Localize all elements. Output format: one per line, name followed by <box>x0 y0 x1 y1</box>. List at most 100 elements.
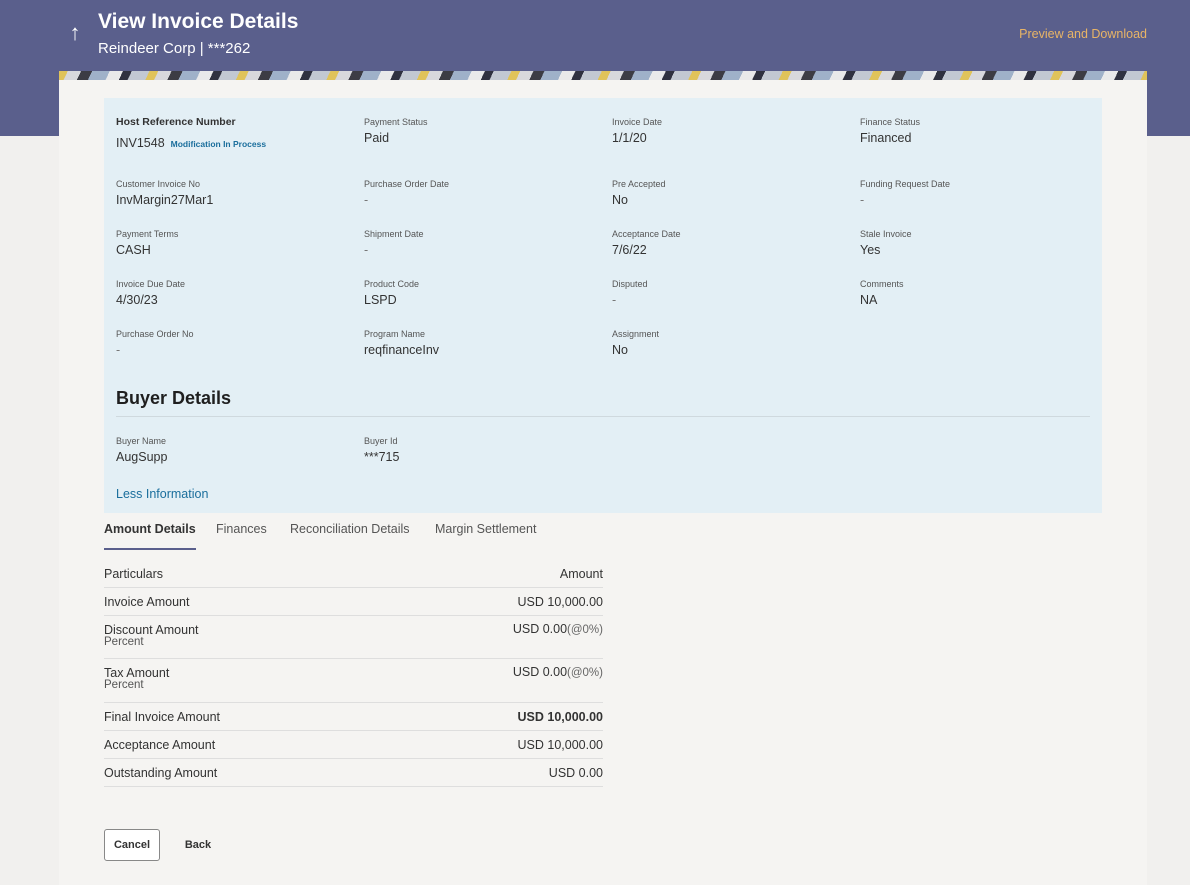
field-label: Finance Status <box>860 117 921 127</box>
table-row: Outstanding Amount USD 0.00 <box>104 759 603 787</box>
field-value: Paid <box>364 131 390 145</box>
table-row: Acceptance Amount USD 10,000.00 <box>104 731 603 759</box>
field-value: No <box>612 343 628 357</box>
table-row: Final Invoice Amount USD 10,000.00 <box>104 703 603 731</box>
row-value: USD 10,000.00 <box>517 595 603 609</box>
row-percent: (@0%) <box>567 624 603 636</box>
row-sublabel: Percent <box>104 636 144 648</box>
field-value: - <box>364 193 369 207</box>
field-label: Purchase Order Date <box>364 179 450 189</box>
table-header-row: Particulars Amount <box>104 560 603 588</box>
host-reference-field: Host Reference Number INV1548 Modificatio… <box>116 116 346 151</box>
table-row: Discount Amount Percent USD 0.00(@0%) <box>104 616 603 659</box>
row-label: Outstanding Amount <box>104 766 218 780</box>
row-value: USD 0.00 <box>512 622 568 636</box>
funding-request-date-field: Funding Request Date - <box>860 179 1090 207</box>
field-label: Pre Accepted <box>612 179 666 189</box>
field-label: Stale Invoice <box>860 229 912 239</box>
field-value: 4/30/23 <box>116 293 158 307</box>
row-percent: (@0%) <box>567 667 603 679</box>
buyer-details-heading: Buyer Details <box>116 388 232 408</box>
field-value: AugSupp <box>116 450 168 464</box>
row-label: Invoice Amount <box>104 595 190 609</box>
host-reference-value: INV1548 <box>116 136 165 150</box>
field-label: Buyer Name <box>116 436 167 446</box>
payment-status-field: Payment Status Paid <box>364 117 594 145</box>
preview-and-download-link[interactable]: Preview and Download <box>1019 27 1147 41</box>
row-label: Final Invoice Amount <box>104 710 221 724</box>
field-value: - <box>612 293 617 307</box>
tab-finances[interactable]: Finances <box>216 522 267 550</box>
customer-invoice-no-field: Customer Invoice No InvMargin27Mar1 <box>116 179 346 207</box>
modification-in-process-link[interactable]: Modification In Process <box>171 139 266 149</box>
field-label: Buyer Id <box>364 436 398 446</box>
field-label: Funding Request Date <box>860 179 951 189</box>
table-row: Invoice Amount USD 10,000.00 <box>104 588 603 616</box>
purchase-order-date-field: Purchase Order Date - <box>364 179 594 207</box>
field-label: Comments <box>860 279 904 289</box>
field-value: Yes <box>860 243 881 257</box>
row-label: Tax Amount <box>104 666 170 680</box>
field-label: Program Name <box>364 329 426 339</box>
particulars-header: Particulars <box>104 567 164 581</box>
invoice-due-date-field: Invoice Due Date 4/30/23 <box>116 279 346 307</box>
buyer-id-field: Buyer Id ***715 <box>364 436 594 464</box>
field-label: Assignment <box>612 329 660 339</box>
field-label: Shipment Date <box>364 229 424 239</box>
field-value: NA <box>860 293 878 307</box>
field-value: Financed <box>860 131 912 145</box>
field-label: Payment Terms <box>116 229 179 239</box>
page-subtitle: Reindeer Corp | ***262 <box>98 40 251 57</box>
field-label: Invoice Date <box>612 117 663 127</box>
field-label: Product Code <box>364 279 420 289</box>
cancel-button[interactable]: Cancel <box>104 829 160 861</box>
arrow-up-icon[interactable]: ↑ <box>66 20 84 46</box>
comments-field: Comments NA <box>860 279 1090 307</box>
row-value: USD 10,000.00 <box>517 710 603 724</box>
tab-margin-settlement[interactable]: Margin Settlement <box>435 522 536 550</box>
field-label: Invoice Due Date <box>116 279 186 289</box>
acceptance-date-field: Acceptance Date 7/6/22 <box>612 229 842 257</box>
divider <box>116 416 1090 417</box>
stale-invoice-field: Stale Invoice Yes <box>860 229 1090 257</box>
field-value: InvMargin27Mar1 <box>116 193 214 207</box>
field-value: 1/1/20 <box>612 131 647 145</box>
field-label: Disputed <box>612 279 648 289</box>
assignment-field: Assignment No <box>612 329 842 357</box>
field-value: reqfinanceInv <box>364 343 440 357</box>
less-information-link[interactable]: Less Information <box>116 487 208 501</box>
field-label: Payment Status <box>364 117 428 127</box>
product-code-field: Product Code LSPD <box>364 279 594 307</box>
purchase-order-no-field: Purchase Order No - <box>116 329 346 357</box>
field-label: Host Reference Number <box>116 116 236 128</box>
row-sublabel: Percent <box>104 679 144 691</box>
field-label: Customer Invoice No <box>116 179 201 189</box>
field-value: - <box>860 193 865 207</box>
field-value: No <box>612 193 628 207</box>
decorative-stripe <box>59 71 1147 80</box>
field-value: CASH <box>116 243 151 257</box>
amount-details-table: Particulars Amount Invoice Amount USD 10… <box>104 560 603 787</box>
row-value: USD 0.00 <box>548 766 603 780</box>
row-label: Acceptance Amount <box>104 738 216 752</box>
field-value: LSPD <box>364 293 397 307</box>
disputed-field: Disputed - <box>612 279 842 307</box>
row-label: Discount Amount <box>104 623 199 637</box>
tab-reconciliation-details[interactable]: Reconciliation Details <box>290 522 410 550</box>
pre-accepted-field: Pre Accepted No <box>612 179 842 207</box>
back-button[interactable]: Back <box>176 829 220 861</box>
field-value: - <box>116 343 121 357</box>
tab-amount-details[interactable]: Amount Details <box>104 522 196 550</box>
table-row: Tax Amount Percent USD 0.00(@0%) <box>104 659 603 703</box>
shipment-date-field: Shipment Date - <box>364 229 594 257</box>
amount-header: Amount <box>559 567 603 581</box>
field-label: Acceptance Date <box>612 229 681 239</box>
field-value: ***715 <box>364 450 400 464</box>
field-value: 7/6/22 <box>612 243 647 257</box>
row-value: USD 10,000.00 <box>517 738 603 752</box>
page-title: View Invoice Details <box>98 10 299 33</box>
buyer-name-field: Buyer Name AugSupp <box>116 436 346 464</box>
program-name-field: Program Name reqfinanceInv <box>364 329 594 357</box>
payment-terms-field: Payment Terms CASH <box>116 229 346 257</box>
row-value: USD 0.00 <box>512 665 568 679</box>
